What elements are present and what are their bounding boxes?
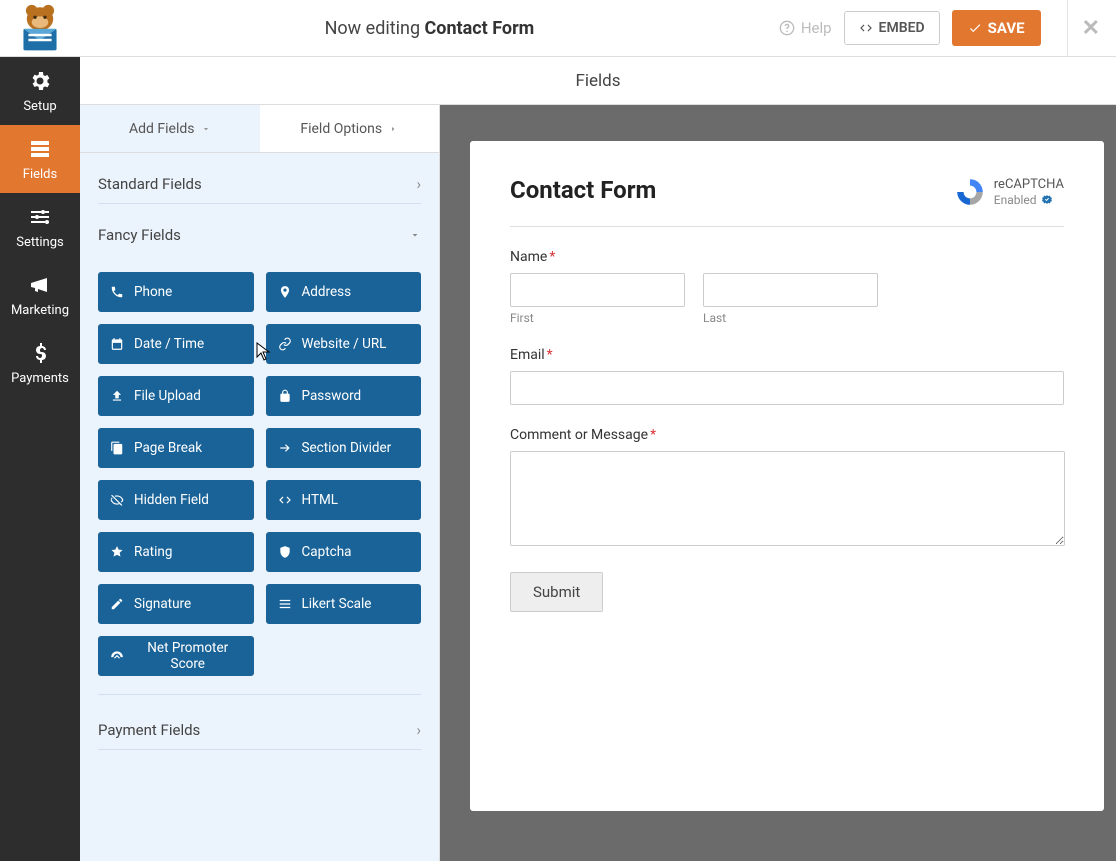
star-icon <box>110 545 124 559</box>
fields-icon <box>28 137 52 161</box>
chevron-down-icon <box>201 124 211 134</box>
sidebar-item-label: Settings <box>16 235 63 250</box>
sidebar-item-label: Setup <box>23 99 56 114</box>
lock-icon <box>278 389 292 403</box>
sidebar-item-marketing[interactable]: Marketing <box>0 261 80 329</box>
phone-icon <box>110 285 124 299</box>
field-page-break[interactable]: Page Break <box>98 428 254 468</box>
field-html[interactable]: HTML <box>266 480 422 520</box>
submit-button[interactable]: Submit <box>510 572 603 612</box>
last-name-input[interactable] <box>703 273 878 307</box>
form-title: Contact Form <box>510 176 656 204</box>
recaptcha-badge[interactable]: reCAPTCHA Enabled <box>954 176 1064 208</box>
dollar-icon <box>28 341 52 365</box>
upload-icon <box>110 389 124 403</box>
section-fancy-fields[interactable]: Fancy Fields <box>98 204 421 254</box>
field-likert-scale[interactable]: Likert Scale <box>266 584 422 624</box>
recaptcha-icon <box>954 176 986 208</box>
list-icon <box>278 597 292 611</box>
link-icon <box>278 337 292 351</box>
section-payment-fields[interactable]: Payment Fields › <box>98 695 421 750</box>
close-icon[interactable]: ✕ <box>1067 0 1100 57</box>
sidebar-item-payments[interactable]: Payments <box>0 329 80 397</box>
field-file-upload[interactable]: File Upload <box>98 376 254 416</box>
code-icon <box>278 493 292 507</box>
copy-icon <box>110 441 124 455</box>
first-sublabel: First <box>510 311 685 325</box>
sidebar-item-settings[interactable]: Settings <box>0 193 80 261</box>
field-hidden-field[interactable]: Hidden Field <box>98 480 254 520</box>
chevron-right-icon: › <box>416 721 421 739</box>
eye-off-icon <box>110 493 124 507</box>
email-label: Email* <box>510 347 1064 363</box>
section-standard-fields[interactable]: Standard Fields › <box>98 153 421 204</box>
message-label: Comment or Message* <box>510 427 1064 443</box>
pin-icon <box>278 285 292 299</box>
field-net-promoter[interactable]: Net Promoter Score <box>98 636 254 676</box>
chevron-down-icon <box>409 229 421 241</box>
field-address[interactable]: Address <box>266 272 422 312</box>
sliders-icon <box>28 205 52 229</box>
sidebar-item-label: Marketing <box>11 303 69 318</box>
arrow-icon <box>278 441 292 455</box>
field-signature[interactable]: Signature <box>98 584 254 624</box>
tab-add-fields[interactable]: Add Fields <box>80 105 260 153</box>
name-label: Name* <box>510 249 1064 265</box>
editing-title: Now editing Contact Form <box>80 18 779 39</box>
save-button[interactable]: SAVE <box>952 10 1041 46</box>
field-rating[interactable]: Rating <box>98 532 254 572</box>
first-name-input[interactable] <box>510 273 685 307</box>
field-phone[interactable]: Phone <box>98 272 254 312</box>
field-date-time[interactable]: Date / Time <box>98 324 254 364</box>
email-input[interactable] <box>510 371 1064 405</box>
form-preview: Contact Form reCAPTCHA Enabled <box>470 141 1104 811</box>
shield-icon <box>278 545 292 559</box>
app-logo <box>0 4 80 52</box>
tab-field-options[interactable]: Field Options <box>260 105 440 153</box>
sidebar-item-label: Payments <box>11 371 69 386</box>
sidebar-item-label: Fields <box>23 167 57 182</box>
embed-button[interactable]: EMBED <box>844 11 940 45</box>
panel-title: Fields <box>80 57 1116 105</box>
megaphone-icon <box>28 273 52 297</box>
gear-icon <box>28 69 52 93</box>
sidebar-item-fields[interactable]: Fields <box>0 125 80 193</box>
calendar-icon <box>110 337 124 351</box>
divider <box>510 226 1064 227</box>
last-sublabel: Last <box>703 311 878 325</box>
message-textarea[interactable] <box>510 451 1065 546</box>
pen-icon <box>110 597 124 611</box>
verified-icon <box>1041 194 1053 206</box>
help-link[interactable]: Help <box>779 19 832 37</box>
chevron-right-icon <box>388 124 398 134</box>
field-website-url[interactable]: Website / URL <box>266 324 422 364</box>
chevron-right-icon: › <box>416 175 421 193</box>
sidebar-item-setup[interactable]: Setup <box>0 57 80 125</box>
field-captcha[interactable]: Captcha <box>266 532 422 572</box>
field-password[interactable]: Password <box>266 376 422 416</box>
gauge-icon <box>110 649 124 663</box>
field-section-divider[interactable]: Section Divider <box>266 428 422 468</box>
